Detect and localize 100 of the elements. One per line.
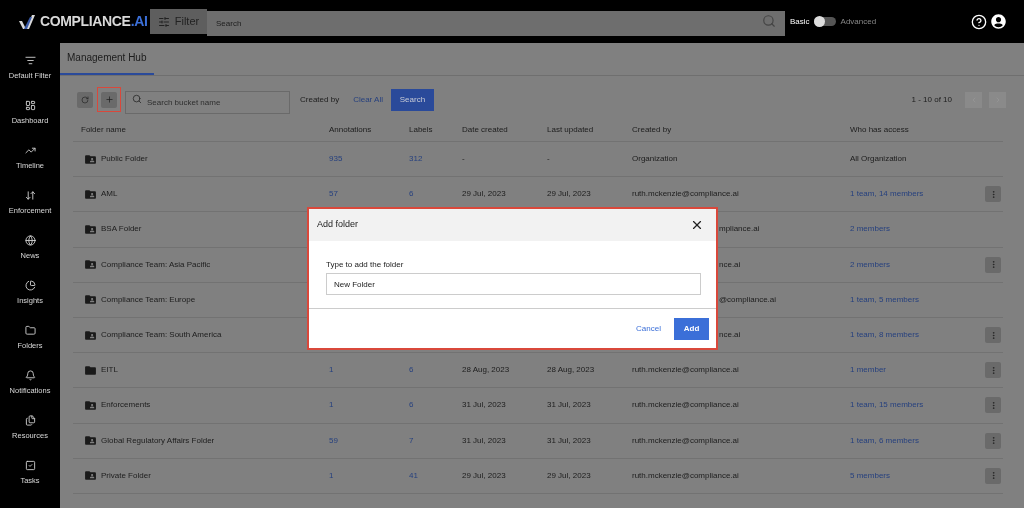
search-button[interactable]: Search (390, 88, 434, 111)
access-link[interactable]: 1 team, 8 members (850, 329, 985, 342)
date-created: - (462, 153, 466, 166)
search-field[interactable]: Search (207, 11, 785, 36)
last-updated: - (547, 153, 551, 166)
folder-icon (24, 325, 36, 336)
labels-count[interactable]: 6 (409, 364, 462, 377)
last-updated: 31 Jul, 2023 (547, 399, 592, 412)
labels-count[interactable]: 6 (409, 188, 462, 201)
annotations-count[interactable]: 1 (329, 364, 409, 377)
annotations-count[interactable]: 1 (329, 399, 409, 412)
access-link[interactable]: 5 members (850, 469, 985, 482)
column-header: Labels (409, 123, 434, 136)
annotations-count[interactable]: 935 (329, 153, 409, 166)
filter-button[interactable]: Filter (150, 9, 207, 34)
column-header: Last updated (547, 123, 595, 136)
trend-line-icon (24, 145, 36, 156)
row-menu-button[interactable] (985, 432, 1001, 449)
row-menu-button[interactable] (985, 397, 1001, 414)
created-by: ruth.mckenzie@compliance.ai (632, 364, 739, 377)
row-menu-button[interactable] (985, 327, 1001, 344)
table-row[interactable]: EITL 1 6 28 Aug, 2023 28 Aug, 2023 ruth.mckenzie@compliance.ai 1 member (73, 353, 1003, 389)
add-confirm-button[interactable]: Add (674, 317, 709, 340)
help-icon[interactable] (971, 13, 987, 30)
shared-folder-icon (84, 187, 97, 201)
shared-folder-icon (84, 398, 97, 412)
annotations-count[interactable]: 57 (329, 188, 409, 201)
row-menu-button[interactable] (985, 362, 1001, 379)
row-menu-button[interactable] (985, 186, 1001, 203)
table-row[interactable]: Global Regulatory Affairs Folder 59 7 31 Jul, 2023 31 Jul, 2023 ruth.mckenzie@compliance.ai 1 team, 6 members (73, 423, 1003, 459)
date-created: 28 Aug, 2023 (462, 364, 511, 377)
last-updated: 29 Jul, 2023 (547, 188, 592, 201)
folder-name: Enforcements (101, 399, 151, 412)
labels-count[interactable]: 7 (409, 434, 462, 447)
created-by: nce.ai (719, 329, 741, 342)
tab[interactable]: Management Hub (60, 42, 154, 75)
created-by: Organization (632, 153, 678, 166)
date-created: 31 Jul, 2023 (462, 434, 507, 447)
access-link[interactable]: 1 member (850, 364, 985, 377)
pagination-range: 1 - 10 of 10 (911, 93, 952, 106)
last-updated: 29 Jul, 2023 (547, 469, 592, 482)
labels-count[interactable]: 41 (409, 469, 462, 482)
shared-folder-icon (84, 434, 97, 448)
access-link[interactable]: 2 members (850, 258, 985, 271)
sliders-icon (157, 15, 170, 28)
folder-name: Compliance Team: Europe (101, 293, 196, 306)
annotations-count[interactable]: 59 (329, 434, 409, 447)
folder-name: Global Regulatory Affairs Folder (101, 434, 215, 447)
arrows-icon (24, 190, 36, 201)
bucket-search-field[interactable]: Search bucket name (125, 91, 290, 114)
folder-name: AML (101, 188, 118, 201)
labels-count[interactable]: 6 (409, 399, 462, 412)
dialog-title: Add folder (317, 218, 359, 232)
advanced-mode-label: Advanced (840, 15, 877, 28)
filter-icon (24, 55, 36, 66)
created-by: mpliance.ai (719, 223, 760, 236)
refresh-icon (81, 95, 89, 104)
folder-name-input[interactable]: New Folder (326, 273, 701, 295)
documents-icon (24, 415, 36, 426)
row-menu-button[interactable] (985, 467, 1001, 484)
checkbox-icon (24, 460, 36, 471)
shared-folder-icon (84, 469, 97, 483)
logo-icon (18, 13, 36, 30)
table-row[interactable]: Public Folder 935 312 - - Organization All Organization (73, 142, 1003, 178)
folder-name: EITL (101, 364, 118, 377)
mode-toggle[interactable] (813, 17, 836, 26)
clear-all-link[interactable]: Clear All (353, 93, 383, 106)
access-link[interactable]: 1 team, 5 members (850, 293, 985, 306)
last-updated: 31 Jul, 2023 (547, 434, 592, 447)
created-by: ruth.mckenzie@compliance.ai (632, 469, 739, 482)
cancel-button[interactable]: Cancel (636, 322, 661, 335)
pie-chart-icon (24, 280, 36, 291)
date-created: 31 Jul, 2023 (462, 399, 507, 412)
folder-name: Compliance Team: Asia Pacific (101, 258, 211, 271)
bell-icon (24, 370, 36, 381)
column-header: Date created (462, 123, 509, 136)
created-by: ruth.mckenzie@compliance.ai (632, 188, 739, 201)
access-link[interactable]: 1 team, 15 members (850, 399, 985, 412)
row-menu-button[interactable] (985, 256, 1001, 273)
shared-folder-icon (84, 258, 97, 272)
folder-icon (84, 363, 97, 377)
access-link[interactable]: 2 members (850, 223, 985, 236)
add-button[interactable] (97, 87, 121, 112)
close-button[interactable] (690, 218, 704, 232)
folder-name: Public Folder (101, 153, 148, 166)
folder-name: Private Folder (101, 469, 151, 482)
access-text: All Organization (850, 153, 908, 166)
user-avatar-icon[interactable] (991, 14, 1006, 29)
column-header: Who has access (850, 123, 910, 136)
refresh-button[interactable] (77, 91, 93, 108)
access-link[interactable]: 1 team, 14 members (850, 188, 985, 201)
created-by: @compliance.ai (719, 293, 777, 306)
search-icon (132, 94, 142, 104)
access-link[interactable]: 1 team, 6 members (850, 434, 985, 447)
labels-count[interactable]: 312 (409, 153, 462, 166)
table-row[interactable]: Private Folder 1 41 29 Jul, 2023 29 Jul, 2023 ruth.mckenzie@compliance.ai 5 members (73, 458, 1003, 494)
annotations-count[interactable]: 1 (329, 469, 409, 482)
table-row[interactable]: Enforcements 1 6 31 Jul, 2023 31 Jul, 2023 ruth.mckenzie@compliance.ai 1 team, 15 members (73, 388, 1003, 424)
created-by-label: Created by (300, 93, 340, 106)
shared-folder-icon (84, 152, 97, 166)
